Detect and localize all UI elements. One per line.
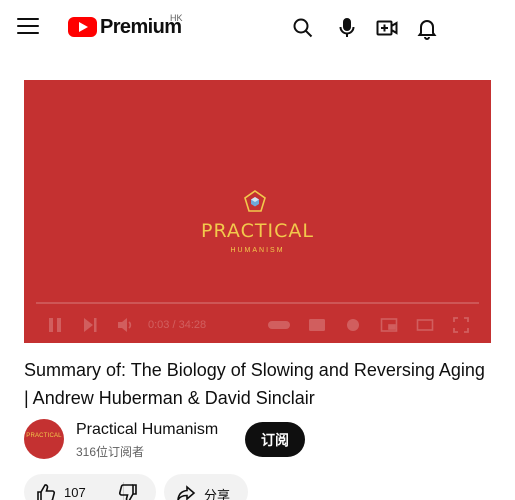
brand-subtitle: HUMANISM	[230, 247, 285, 254]
microphone-icon[interactable]	[335, 16, 359, 40]
avatar-text: PRACTICAL	[26, 433, 62, 439]
share-button[interactable]: 分享	[164, 474, 248, 500]
top-bar: Premium HK	[0, 0, 515, 56]
search-icon[interactable]	[291, 16, 315, 40]
fullscreen-icon[interactable]	[452, 316, 470, 334]
share-label: 分享	[204, 488, 231, 500]
subscribe-button[interactable]: 订阅	[245, 422, 305, 457]
subscriber-count: 316位订阅者	[76, 445, 145, 459]
brand-name: PRACTICAL	[201, 220, 314, 242]
region-label: HK	[170, 13, 183, 23]
playback-time: 0:03 / 34:28	[148, 319, 207, 331]
share-icon	[176, 483, 196, 500]
channel-avatar[interactable]: PRACTICAL	[24, 419, 64, 459]
youtube-logo-icon	[68, 17, 97, 37]
menu-icon[interactable]	[17, 18, 39, 38]
youtube-premium-logo[interactable]: Premium	[68, 12, 182, 42]
autoplay-toggle-icon[interactable]	[267, 316, 291, 334]
miniplayer-icon[interactable]	[380, 316, 398, 334]
progress-bar[interactable]	[36, 302, 479, 304]
pause-icon[interactable]	[46, 316, 64, 334]
create-icon[interactable]	[375, 16, 399, 40]
like-icon[interactable]	[36, 483, 56, 500]
next-icon[interactable]	[81, 316, 99, 334]
video-title: Summary of: The Biology of Slowing and R…	[24, 360, 485, 408]
channel-name[interactable]: Practical Humanism	[76, 421, 218, 439]
dislike-icon[interactable]	[118, 483, 138, 500]
notifications-icon[interactable]	[415, 16, 439, 40]
like-count: 107	[64, 485, 86, 500]
like-dislike-group: 107	[24, 474, 156, 500]
subtitles-icon[interactable]	[308, 316, 326, 334]
player-controls: 0:03 / 34:28	[24, 312, 491, 338]
volume-icon[interactable]	[116, 316, 134, 334]
video-player[interactable]: PRACTICAL HUMANISM 0:03 / 34:28	[24, 80, 491, 343]
theater-mode-icon[interactable]	[416, 316, 434, 334]
practical-humanism-emblem-icon	[244, 190, 266, 212]
settings-icon[interactable]	[344, 316, 362, 334]
